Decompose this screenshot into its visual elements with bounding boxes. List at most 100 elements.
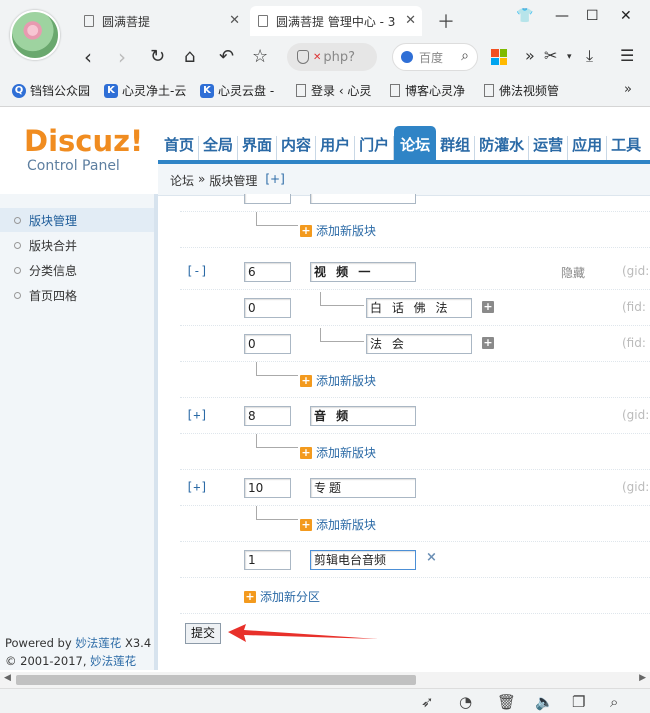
browser-status-bar: ➶ ◔ 🗑 🔈 ❐ ⌕ (0, 688, 650, 713)
forum-name-input[interactable]: 白 话 佛 法 (366, 298, 472, 318)
forum-name-input[interactable]: 音 频 (310, 406, 416, 426)
breadcrumb-separator: » (198, 172, 206, 186)
powered-link[interactable]: 妙法莲花 (75, 636, 121, 650)
speaker-icon[interactable]: 🔈 (535, 693, 554, 711)
display-order-input[interactable]: 0 (244, 334, 291, 354)
zoom-icon[interactable]: ⌕ (610, 693, 618, 711)
shirt-icon[interactable]: 👕 (516, 8, 533, 24)
horizontal-scrollbar[interactable]: ◀ ▶ (0, 672, 650, 688)
table-row (180, 194, 650, 212)
minimize-icon[interactable]: — (555, 8, 569, 24)
bookmark-item[interactable]: 佛法视频管 (484, 82, 562, 99)
add-board-link[interactable]: + 添加新版块 (300, 444, 376, 461)
bookmark-item[interactable]: Q 铛铛公众园 (12, 82, 97, 99)
delete-row-icon[interactable]: × (426, 550, 437, 565)
bookmark-item[interactable]: K 心灵净土-云 (104, 82, 188, 99)
logo[interactable]: Discuz! (24, 124, 143, 158)
expand-toggle[interactable]: [+] (186, 408, 208, 422)
forward-icon[interactable]: › (118, 43, 126, 71)
copyright-link[interactable]: 妙法莲花 (90, 654, 136, 668)
bookmark-item[interactable]: K 心灵云盘 - (200, 82, 286, 99)
close-icon[interactable]: ✕ (229, 13, 240, 28)
trash-icon[interactable]: 🗑 (497, 693, 516, 711)
table-row: + 添加新分区 (180, 578, 650, 614)
expand-toggle[interactable]: [+] (186, 480, 208, 494)
scrollbar-thumb[interactable] (16, 675, 416, 685)
close-window-icon[interactable]: ✕ (620, 8, 632, 24)
rocket-icon[interactable]: ➶ (421, 693, 434, 711)
search-input[interactable]: 百度 ⌕ (392, 43, 478, 71)
privacy-icon: ✕ (313, 51, 322, 63)
display-order-input[interactable]: 1 (244, 550, 291, 570)
scroll-right-icon[interactable]: ▶ (639, 673, 646, 683)
page-icon (84, 15, 94, 27)
close-icon[interactable]: ✕ (405, 13, 416, 28)
bookmarks-more-icon[interactable]: » (624, 82, 632, 97)
nav-content[interactable]: 内容 (277, 136, 317, 160)
breadcrumb-forum[interactable]: 论坛 (170, 172, 194, 189)
display-order-input[interactable]: 10 (244, 478, 291, 498)
browser-tab-1[interactable]: 圆满菩提 ✕ (76, 6, 246, 36)
add-board-link[interactable]: + 添加新版块 (300, 222, 376, 239)
search-icon[interactable]: ⌕ (461, 48, 469, 64)
nav-forum[interactable]: 论坛 (394, 126, 437, 160)
address-bar[interactable]: ✕ php? (287, 43, 377, 71)
apps-icon[interactable] (491, 49, 507, 65)
nav-portal[interactable]: 门户 (355, 136, 395, 160)
display-order-input[interactable]: 0 (244, 298, 291, 318)
bullet-icon (14, 216, 21, 224)
scissors-icon[interactable]: ✂ (544, 46, 557, 65)
collapse-toggle[interactable]: [-] (186, 264, 208, 278)
nav-global[interactable]: 全局 (199, 136, 239, 160)
menu-icon[interactable]: ☰ (620, 46, 634, 65)
forum-name-input[interactable]: 专题 (310, 478, 416, 498)
sidebar-item-board-manage[interactable]: 版块管理 (0, 208, 154, 232)
sidebar-item-home-grid[interactable]: 首页四格 (0, 283, 154, 307)
scroll-left-icon[interactable]: ◀ (4, 673, 11, 683)
forum-name-input[interactable]: 视 频 一 (310, 262, 416, 282)
nav-antispam[interactable]: 防灌水 (475, 136, 530, 160)
speedometer-icon[interactable]: ◔ (459, 693, 472, 711)
browser-tab-2[interactable]: 圆满菩提 管理中心 - 3 ✕ (250, 6, 422, 36)
add-shortcut-link[interactable]: [+] (265, 172, 284, 189)
fid-label: (fid: (622, 300, 646, 314)
nav-style[interactable]: 界面 (238, 136, 278, 160)
bookmark-item[interactable]: 登录 ‹ 心灵 (296, 82, 376, 99)
new-category-name-input[interactable]: 剪辑电台音频 (310, 550, 416, 570)
add-board-link[interactable]: + 添加新版块 (300, 516, 376, 533)
table-row: [+] 8 音 频 (gid: (180, 398, 650, 434)
nav-users[interactable]: 用户 (316, 136, 356, 160)
add-subforum-icon[interactable]: + (482, 301, 494, 313)
dropdown-icon[interactable]: ▾ (567, 52, 572, 62)
more-chevron-icon[interactable]: » (525, 46, 535, 65)
sidebar-item-board-merge[interactable]: 版块合并 (0, 233, 154, 257)
add-board-link[interactable]: + 添加新版块 (300, 372, 376, 389)
back-icon[interactable]: ‹ (84, 43, 92, 71)
bookmark-item[interactable]: 博客心灵净 (390, 82, 470, 99)
nav-operation[interactable]: 运营 (529, 136, 569, 160)
submit-button[interactable]: 提交 (185, 623, 221, 644)
download-icon[interactable]: ⤓ (586, 46, 593, 66)
display-order-input[interactable]: 8 (244, 406, 291, 426)
add-subforum-icon[interactable]: + (482, 337, 494, 349)
nav-apps[interactable]: 应用 (568, 136, 608, 160)
nav-group[interactable]: 群组 (436, 136, 476, 160)
maximize-icon[interactable]: ☐ (586, 8, 599, 24)
sidebar-item-thread-types[interactable]: 分类信息 (0, 258, 154, 282)
hidden-status: 隐藏 (561, 266, 586, 280)
new-tab-icon[interactable]: ＋ (437, 8, 455, 34)
window-icon[interactable]: ❐ (572, 693, 585, 711)
nav-tools[interactable]: 工具 (607, 136, 645, 160)
undo-icon[interactable]: ↶ (219, 43, 234, 71)
forum-name-input[interactable]: 法 会 (366, 334, 472, 354)
home-icon[interactable]: ⌂ (184, 43, 195, 71)
display-order-input[interactable] (244, 194, 291, 204)
display-order-input[interactable]: 6 (244, 262, 291, 282)
forum-name-input[interactable] (310, 194, 416, 204)
tab-title: 圆满菩提 管理中心 - 3 (276, 14, 396, 29)
logo-subtitle: Control Panel (27, 158, 120, 174)
reload-icon[interactable]: ↻ (150, 43, 165, 71)
nav-home[interactable]: 首页 (160, 136, 200, 160)
add-category-link[interactable]: + 添加新分区 (244, 588, 320, 605)
star-icon[interactable]: ☆ (252, 43, 268, 71)
